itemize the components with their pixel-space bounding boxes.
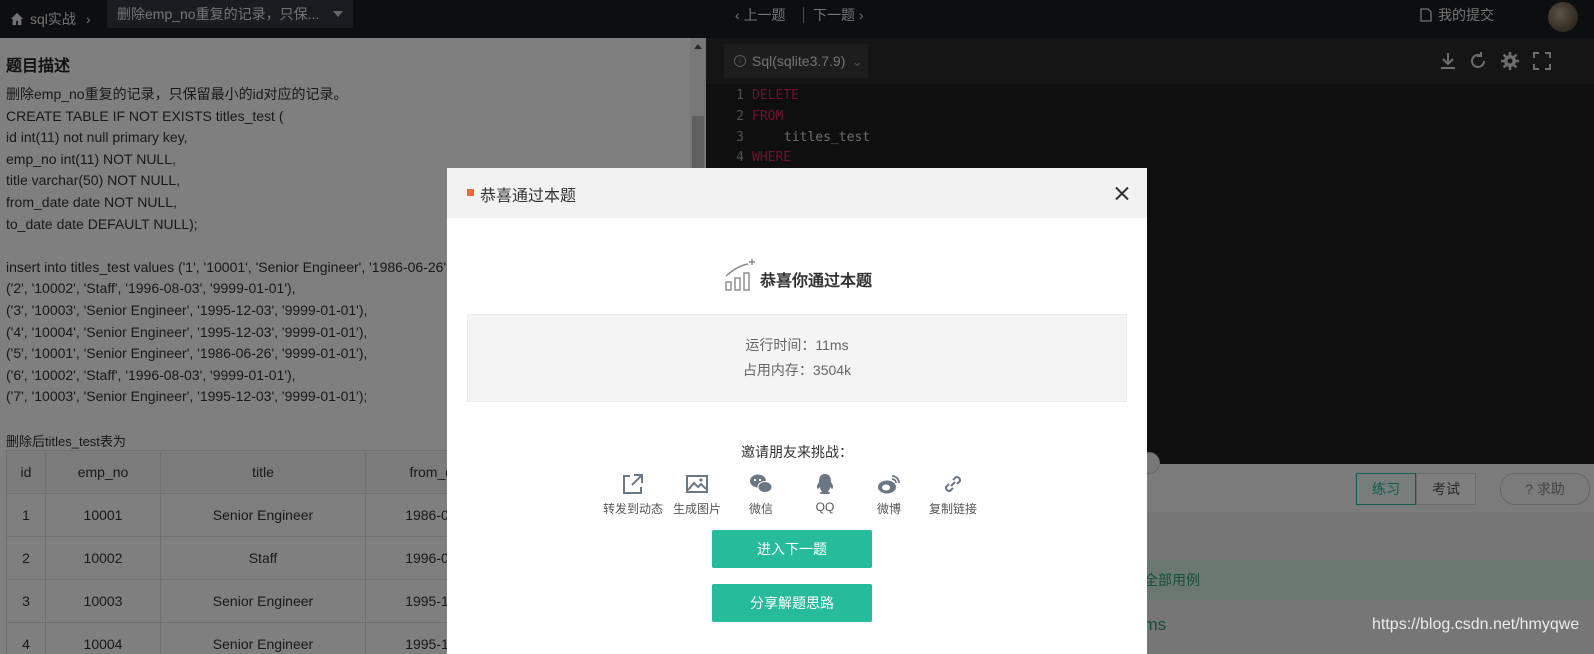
watermark: https://blog.csdn.net/hmyqwe [1372, 616, 1580, 633]
dialog-title: 恭喜通过本题 [480, 188, 577, 205]
share-qq[interactable]: QQ [793, 472, 857, 514]
weibo-icon [878, 475, 900, 494]
qq-icon [816, 474, 834, 494]
title-marker [467, 189, 474, 196]
share-copy-link[interactable]: 复制链接 [921, 472, 985, 517]
dialog-header: 恭喜通过本题 [447, 168, 1147, 218]
success-dialog: 恭喜通过本题 恭喜你通过本题 运行时间：11ms 占用内存：3504k 邀请朋友… [447, 168, 1147, 654]
run-time-stat: 运行时间：11ms [745, 337, 849, 353]
share-wechat[interactable]: 微信 [729, 472, 793, 517]
share-label: QQ [815, 500, 835, 514]
share-label: 生成图片 [672, 502, 721, 516]
share-to-feed[interactable]: 转发到动态 [601, 472, 665, 517]
share-weibo[interactable]: 微博 [857, 472, 921, 517]
share-label: 复制链接 [928, 502, 977, 516]
next-problem-button[interactable]: 进入下一题 [712, 530, 872, 568]
share-solution-button[interactable]: 分享解题思路 [712, 584, 872, 622]
share-out-icon [623, 474, 643, 494]
image-icon [686, 475, 708, 493]
share-label: 微博 [876, 502, 901, 516]
link-icon [944, 475, 962, 493]
growth-chart-icon [725, 259, 755, 291]
success-heading: 恭喜你通过本题 [760, 273, 873, 290]
close-icon[interactable] [1115, 186, 1129, 200]
share-generate-image[interactable]: 生成图片 [665, 472, 729, 517]
share-label: 转发到动态 [602, 502, 663, 516]
memory-stat: 占用内存：3504k [742, 362, 852, 378]
invite-label: 邀请朋友来挑战： [741, 444, 853, 460]
stats-box: 运行时间：11ms 占用内存：3504k [467, 314, 1127, 402]
wechat-icon [750, 474, 773, 493]
share-label: 微信 [748, 502, 773, 516]
